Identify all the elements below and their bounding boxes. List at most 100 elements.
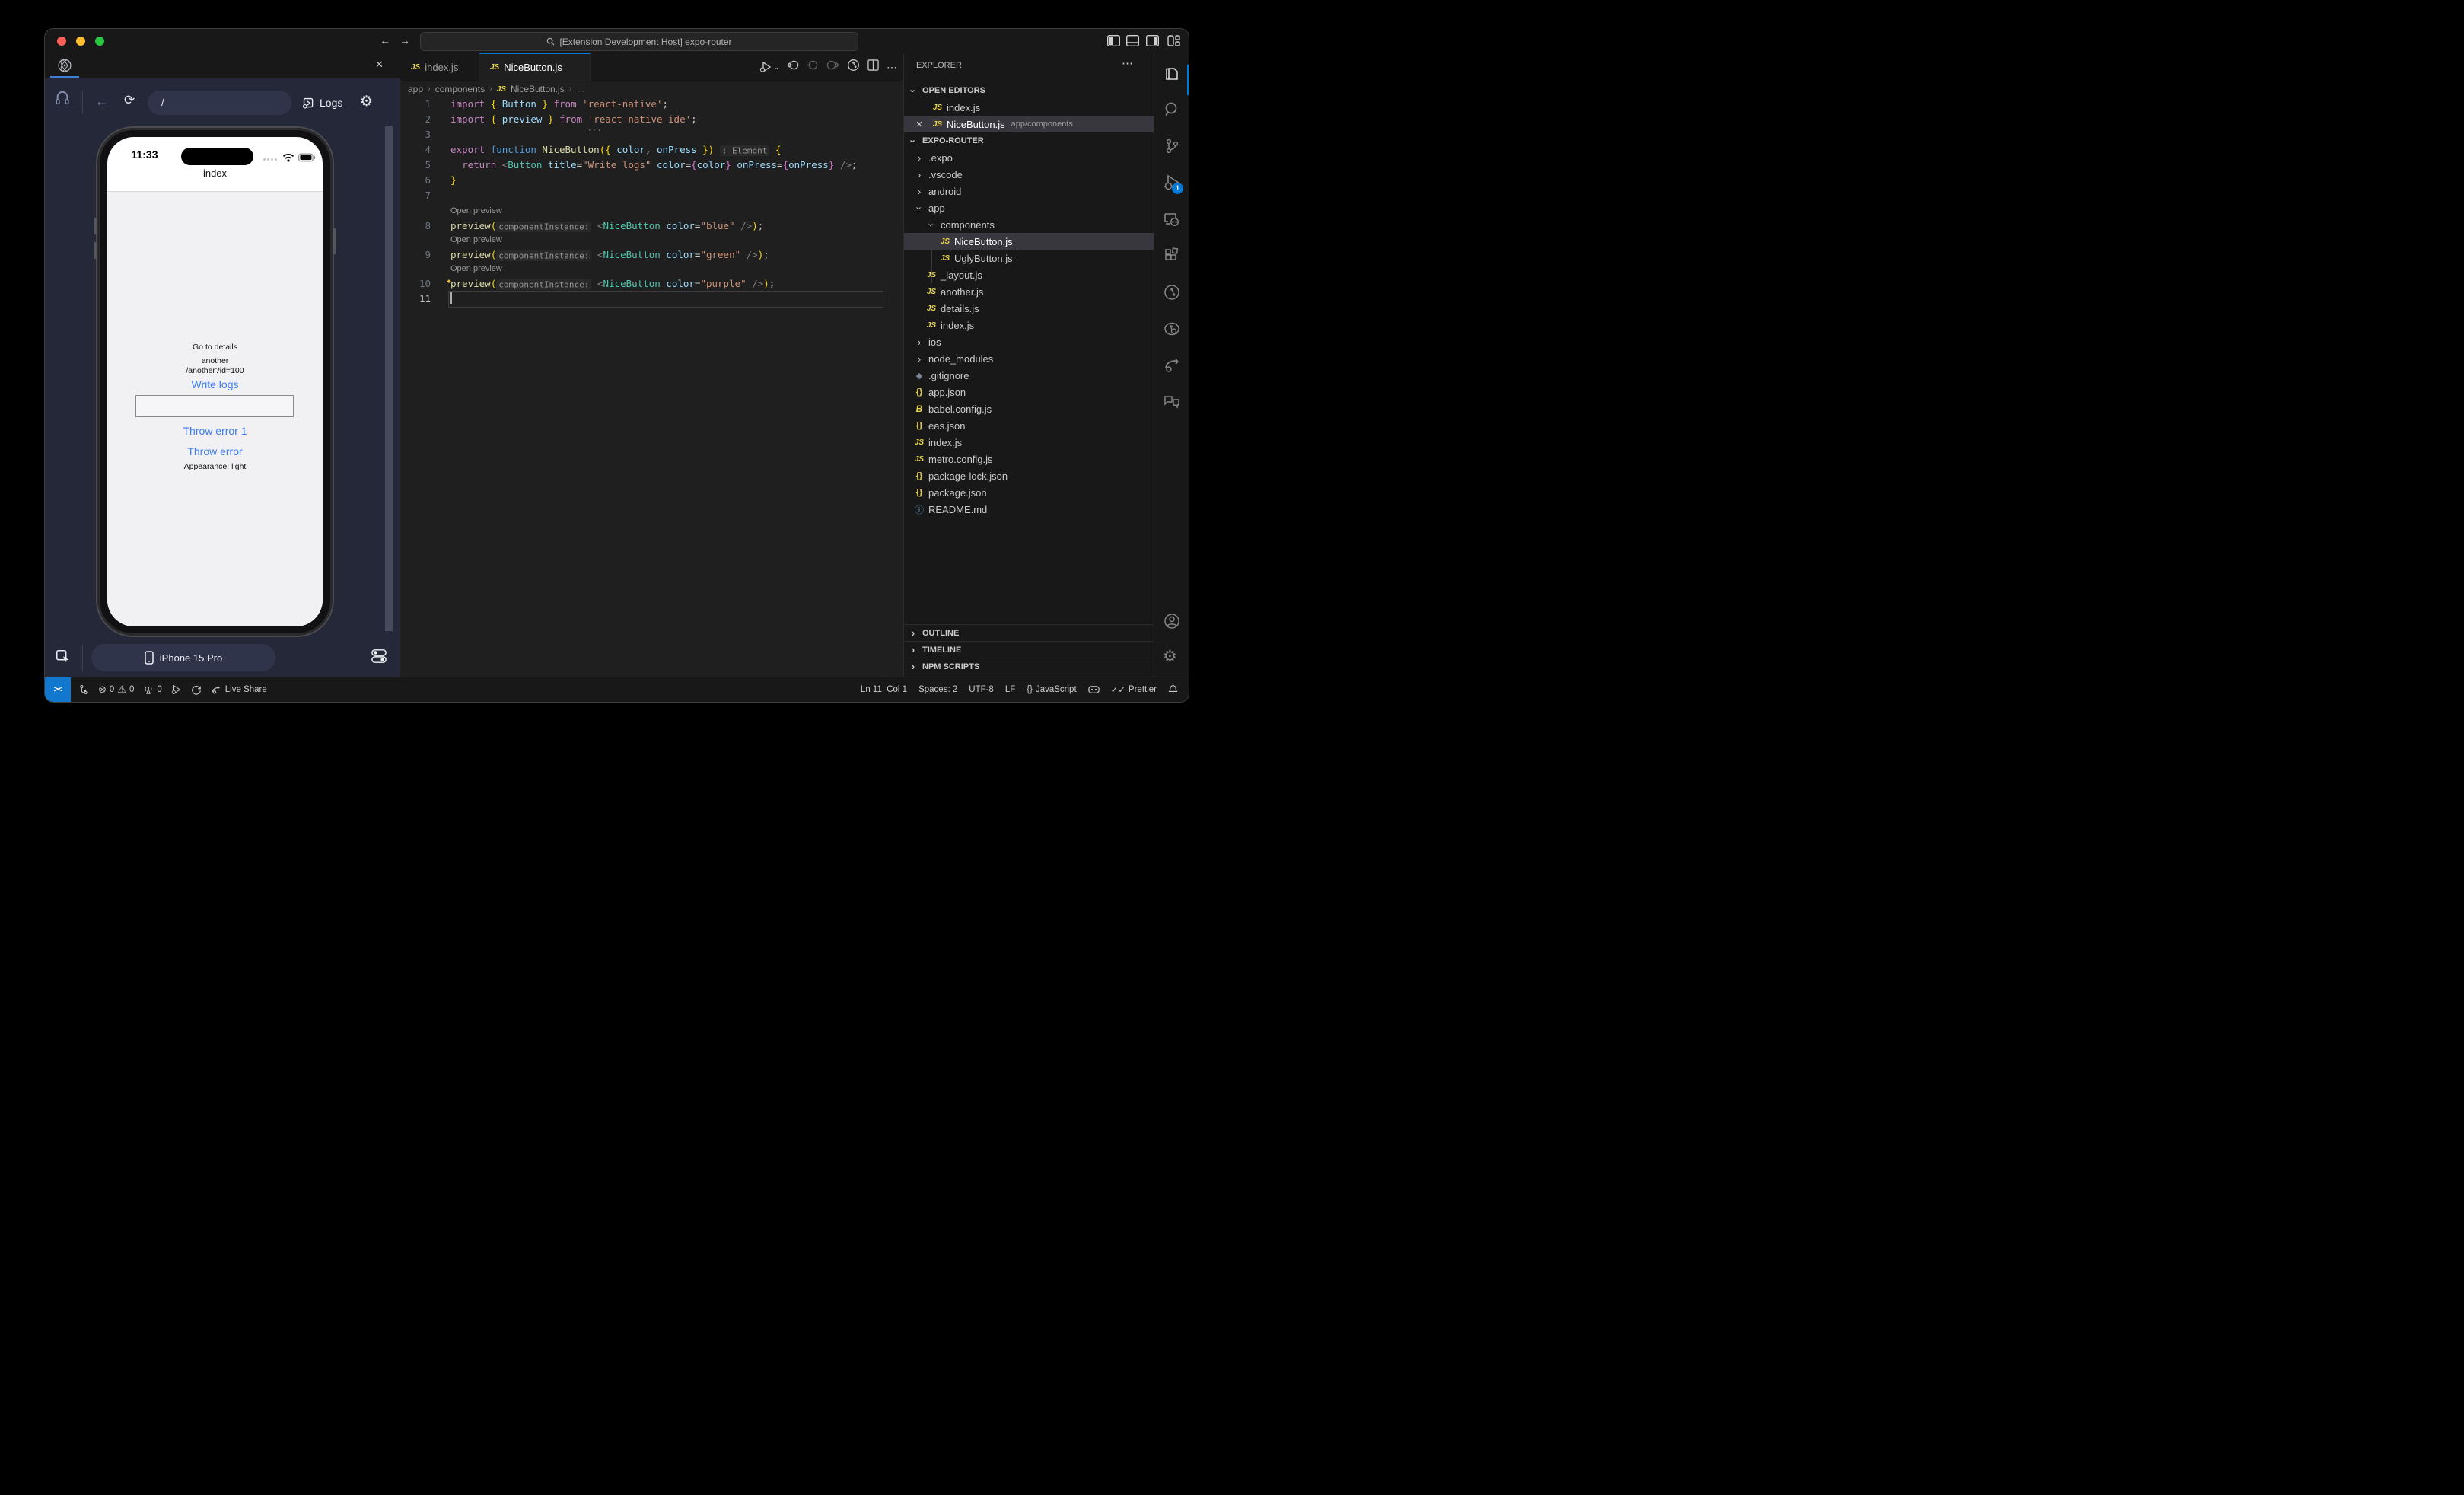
- indentation-button[interactable]: Spaces: 2: [918, 685, 957, 694]
- tree-file-another-js[interactable]: JSanother.js: [904, 283, 1175, 300]
- tree-folder-ios[interactable]: ›ios: [904, 333, 1163, 350]
- ports-button[interactable]: 0: [143, 685, 161, 695]
- element-inspector-icon[interactable]: [55, 649, 72, 669]
- simulator-settings-icon[interactable]: ⚙: [360, 93, 373, 110]
- toggle-panel-icon[interactable]: [1126, 35, 1139, 46]
- toggle-secondary-sidebar-icon[interactable]: [1146, 35, 1159, 46]
- codelens-open-preview[interactable]: Open preview: [450, 262, 679, 276]
- notifications-bell-icon[interactable]: [1168, 684, 1178, 695]
- breadcrumb-file[interactable]: NiceButton.js: [511, 84, 565, 94]
- close-editor-icon[interactable]: ✕: [913, 120, 925, 129]
- run-debug-view-icon[interactable]: 1: [1163, 174, 1181, 192]
- tree-file-details-js[interactable]: JSdetails.js: [904, 300, 1175, 317]
- close-panel-icon[interactable]: ✕: [375, 59, 384, 71]
- tree-file-package-json[interactable]: {}package.json: [904, 484, 1163, 501]
- close-window-button[interactable]: [57, 37, 66, 46]
- another-id-link[interactable]: /another?id=100: [107, 366, 323, 375]
- section-outline[interactable]: ›OUTLINE: [904, 624, 1154, 641]
- logs-button[interactable]: Logs: [302, 91, 342, 115]
- quick-fix-sparkle-icon[interactable]: ✦: [446, 276, 452, 287]
- url-select[interactable]: /: [148, 91, 291, 115]
- customize-layout-icon[interactable]: [1167, 35, 1180, 46]
- codelens-open-preview[interactable]: Open preview: [450, 233, 679, 247]
- go-forward-icon[interactable]: →: [400, 34, 410, 46]
- tree-folder-android[interactable]: ›android: [904, 183, 1163, 199]
- codelens-open-preview[interactable]: Open preview: [450, 204, 679, 218]
- write-logs-button[interactable]: Write logs: [107, 378, 323, 390]
- section-open-editors[interactable]: › OPEN EDITORS: [904, 82, 1154, 99]
- panel-scrollbar[interactable]: [385, 126, 393, 631]
- section-timeline[interactable]: ›TIMELINE: [904, 641, 1154, 658]
- comments-view-icon[interactable]: [1163, 393, 1181, 411]
- tree-file-readme[interactable]: ⓘREADME.md: [904, 501, 1163, 518]
- tree-file-gitignore[interactable]: ◆.gitignore: [904, 367, 1163, 384]
- section-project-root[interactable]: › EXPO-ROUTER: [904, 132, 1154, 149]
- phone-text-input[interactable]: [135, 395, 294, 417]
- tree-file-index-js-root[interactable]: JSindex.js: [904, 434, 1163, 451]
- tree-file-nicebutton-js[interactable]: JSNiceButton.js: [904, 233, 1189, 250]
- nav-forward-circle-icon[interactable]: [826, 59, 839, 75]
- tree-file-index-js[interactable]: JSindex.js: [904, 317, 1175, 333]
- eol-button[interactable]: LF: [1005, 685, 1015, 694]
- tab-nicebutton-js[interactable]: JS NiceButton.js: [479, 53, 591, 81]
- tree-folder-vscode[interactable]: ›.vscode: [904, 166, 1163, 183]
- tree-folder-expo[interactable]: ›.expo: [904, 149, 1163, 166]
- open-editor-nicebutton-js[interactable]: ✕ JS NiceButton.js app/components: [904, 116, 1154, 132]
- tree-file-app-json[interactable]: {}app.json: [904, 384, 1163, 400]
- more-actions-icon[interactable]: ⋯: [887, 61, 897, 74]
- copilot-status-icon[interactable]: [1088, 685, 1100, 694]
- tree-file-eas-json[interactable]: {}eas.json: [904, 417, 1163, 434]
- gitlens-inspect-view-icon[interactable]: [1163, 320, 1181, 338]
- breadcrumb-symbol[interactable]: …: [576, 84, 585, 94]
- remote-indicator[interactable]: ><: [45, 677, 71, 702]
- sidebar-more-actions-icon[interactable]: ⋯: [1122, 56, 1133, 70]
- device-select-button[interactable]: iPhone 15 Pro: [91, 644, 275, 671]
- go-to-details-link[interactable]: Go to details: [107, 343, 323, 352]
- extensions-view-icon[interactable]: [1163, 247, 1181, 265]
- reload-icon[interactable]: ⟳: [124, 93, 135, 108]
- split-editor-icon[interactable]: [867, 59, 879, 75]
- encoding-button[interactable]: UTF-8: [969, 685, 994, 694]
- tree-folder-components[interactable]: ›components: [904, 216, 1175, 233]
- minimize-window-button[interactable]: [76, 37, 85, 46]
- tab-index-js[interactable]: JS index.js: [400, 53, 479, 81]
- run-or-debug-icon[interactable]: ⌄: [759, 61, 779, 73]
- toggle-primary-sidebar-icon[interactable]: [1107, 35, 1120, 46]
- problems-button[interactable]: ⊗0 ⚠0: [98, 684, 134, 696]
- tree-file-uglybutton-js[interactable]: JSUglyButton.js: [904, 250, 1189, 266]
- code-editor[interactable]: 1 import { Button } from 'react-native';…: [400, 97, 903, 677]
- another-link[interactable]: another: [107, 356, 323, 365]
- prettier-status-button[interactable]: ✓✓Prettier: [1111, 684, 1157, 695]
- accounts-icon[interactable]: [1163, 612, 1181, 630]
- sync-button[interactable]: [191, 684, 202, 695]
- search-view-icon[interactable]: [1163, 100, 1181, 119]
- live-share-button[interactable]: Live Share: [211, 685, 267, 695]
- settings-gear-icon[interactable]: ⚙: [1163, 647, 1181, 665]
- debug-button[interactable]: [171, 684, 182, 695]
- tree-file-babel-config[interactable]: Bbabel.config.js: [904, 400, 1163, 417]
- explorer-view-icon[interactable]: [1163, 65, 1181, 83]
- tree-file-layout-js[interactable]: JS_layout.js: [904, 266, 1175, 283]
- breadcrumb-components[interactable]: components: [435, 84, 485, 94]
- cursor-position-button[interactable]: Ln 11, Col 1: [861, 685, 907, 694]
- source-control-view-icon[interactable]: [1163, 137, 1181, 155]
- language-mode-button[interactable]: {}JavaScript: [1027, 685, 1076, 694]
- zoom-window-button[interactable]: [95, 37, 104, 46]
- radon-ide-tab[interactable]: [50, 53, 79, 78]
- breadcrumb-app[interactable]: app: [408, 84, 423, 94]
- section-npm-scripts[interactable]: ›NPM SCRIPTS: [904, 658, 1154, 674]
- nav-back-circle-icon[interactable]: [787, 59, 800, 75]
- timeline-history-icon[interactable]: [847, 59, 860, 75]
- tree-file-metro-config[interactable]: JSmetro.config.js: [904, 451, 1163, 467]
- go-back-icon[interactable]: ←: [380, 34, 390, 46]
- nav-current-circle-icon[interactable]: [807, 59, 819, 75]
- url-back-icon[interactable]: ←: [95, 94, 109, 110]
- live-share-view-icon[interactable]: [1163, 356, 1181, 375]
- throw-error-button[interactable]: Throw error: [107, 445, 323, 457]
- throw-error-1-button[interactable]: Throw error 1: [107, 425, 323, 437]
- tree-file-package-lock[interactable]: {}package-lock.json: [904, 467, 1163, 484]
- breadcrumb[interactable]: app› components› JS NiceButton.js› …: [408, 81, 585, 97]
- tree-folder-node-modules[interactable]: ›node_modules: [904, 350, 1163, 367]
- gitlens-view-icon[interactable]: [1163, 283, 1181, 301]
- device-settings-toggles-icon[interactable]: [371, 649, 387, 668]
